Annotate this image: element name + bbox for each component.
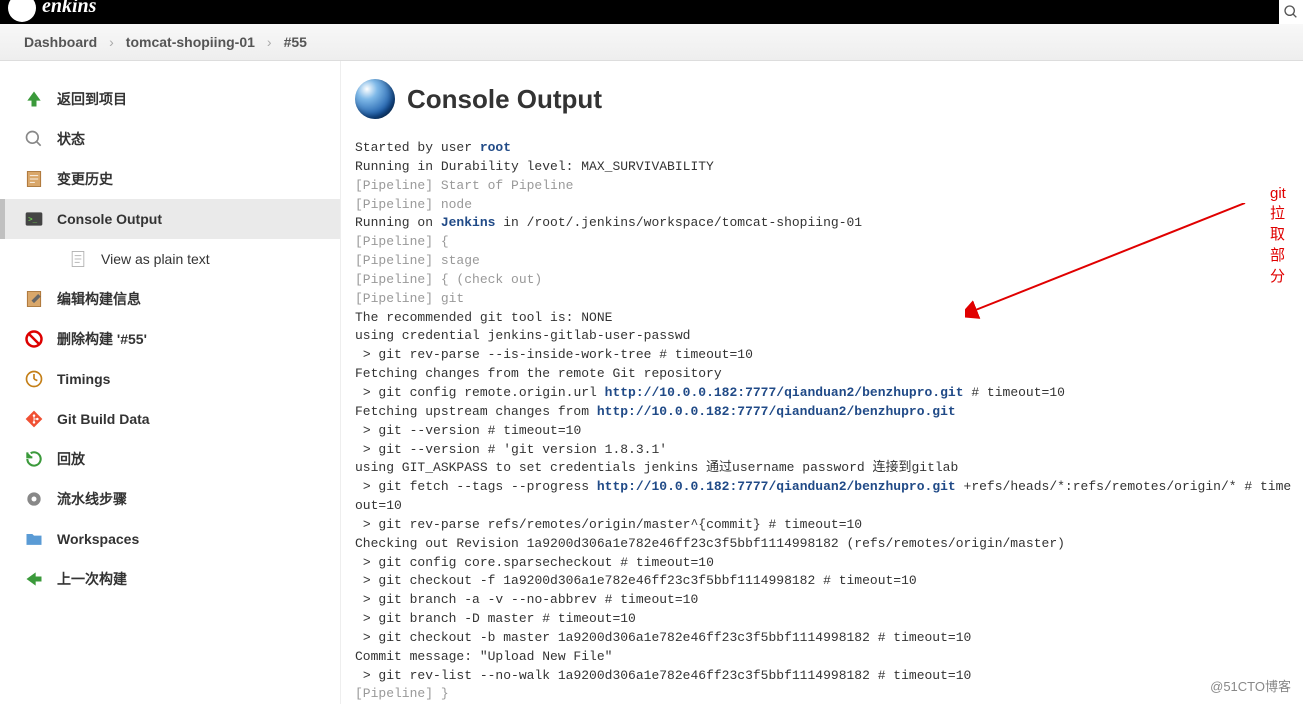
no-entry-icon: [23, 328, 45, 350]
sidebar-item-label: 上一次构建: [57, 569, 127, 589]
sidebar-item-replay[interactable]: 回放: [0, 439, 340, 479]
sidebar-item-delete-build[interactable]: 删除构建 '#55': [0, 319, 340, 359]
app-name: enkins: [42, 0, 96, 18]
sidebar-item-back[interactable]: 返回到项目: [0, 79, 340, 119]
document-icon: [67, 248, 89, 270]
terminal-icon: >_: [23, 208, 45, 230]
git-icon: [23, 408, 45, 430]
sidebar-item-changes[interactable]: 变更历史: [0, 159, 340, 199]
jenkins-icon: [8, 0, 36, 22]
git-url-link[interactable]: http://10.0.0.182:7777/qianduan2/benzhup…: [597, 404, 956, 419]
jenkins-logo[interactable]: enkins: [8, 0, 96, 22]
sidebar-item-label: 回放: [57, 449, 85, 469]
user-link[interactable]: root: [480, 140, 511, 155]
main-content: Console Output Started by user root Runn…: [340, 61, 1303, 704]
chevron-right-icon: ›: [109, 34, 114, 50]
page-title-text: Console Output: [407, 84, 602, 115]
sidebar-item-label: View as plain text: [101, 251, 210, 267]
search-icon: [1283, 4, 1299, 20]
sidebar-item-label: 流水线步骤: [57, 489, 127, 509]
node-link[interactable]: Jenkins: [441, 215, 496, 230]
gear-icon: [23, 488, 45, 510]
arrow-up-icon: [23, 88, 45, 110]
orb-icon: [355, 79, 395, 119]
search-icon: [23, 128, 45, 150]
sidebar-item-git-data[interactable]: Git Build Data: [0, 399, 340, 439]
sidebar-item-label: Workspaces: [57, 531, 139, 547]
sidebar-item-label: 删除构建 '#55': [57, 329, 147, 349]
page-title: Console Output: [355, 79, 1293, 119]
annotation-label: git拉取部分: [1270, 185, 1293, 286]
sidebar-item-edit-build[interactable]: 编辑构建信息: [0, 279, 340, 319]
clock-icon: [23, 368, 45, 390]
sidebar-item-label: 编辑构建信息: [57, 289, 141, 309]
breadcrumb-item[interactable]: Dashboard: [24, 34, 97, 50]
sidebar-item-console-output[interactable]: >_ Console Output: [0, 199, 340, 239]
sidebar: 返回到项目 状态 变更历史 >_ Console Output View as …: [0, 61, 340, 704]
search-button[interactable]: [1279, 0, 1303, 24]
chevron-right-icon: ›: [267, 34, 272, 50]
breadcrumb: Dashboard › tomcat-shopiing-01 › #55: [0, 24, 1303, 61]
breadcrumb-item[interactable]: tomcat-shopiing-01: [126, 34, 255, 50]
svg-text:>_: >_: [28, 217, 38, 225]
top-header: enkins: [0, 0, 1303, 24]
sidebar-item-plain-text[interactable]: View as plain text: [0, 239, 340, 279]
watermark: @51CTO博客: [1210, 676, 1291, 695]
sidebar-item-timings[interactable]: Timings: [0, 359, 340, 399]
clipboard-icon: [23, 168, 45, 190]
sidebar-item-label: 状态: [57, 129, 85, 149]
sidebar-item-label: 返回到项目: [57, 89, 127, 109]
console-log: Started by user root Running in Durabili…: [355, 139, 1293, 704]
sidebar-item-label: Console Output: [57, 211, 162, 227]
sidebar-item-workspaces[interactable]: Workspaces: [0, 519, 340, 559]
sidebar-item-label: Git Build Data: [57, 411, 150, 427]
breadcrumb-item[interactable]: #55: [284, 34, 307, 50]
replay-icon: [23, 448, 45, 470]
git-url-link[interactable]: http://10.0.0.182:7777/qianduan2/benzhup…: [597, 479, 956, 494]
edit-icon: [23, 288, 45, 310]
sidebar-item-prev-build[interactable]: 上一次构建: [0, 559, 340, 599]
sidebar-item-label: Timings: [57, 371, 110, 387]
sidebar-item-pipeline-steps[interactable]: 流水线步骤: [0, 479, 340, 519]
arrow-left-icon: [23, 568, 45, 590]
sidebar-item-status[interactable]: 状态: [0, 119, 340, 159]
git-url-link[interactable]: http://10.0.0.182:7777/qianduan2/benzhup…: [605, 385, 964, 400]
sidebar-item-label: 变更历史: [57, 169, 113, 189]
folder-icon: [23, 528, 45, 550]
